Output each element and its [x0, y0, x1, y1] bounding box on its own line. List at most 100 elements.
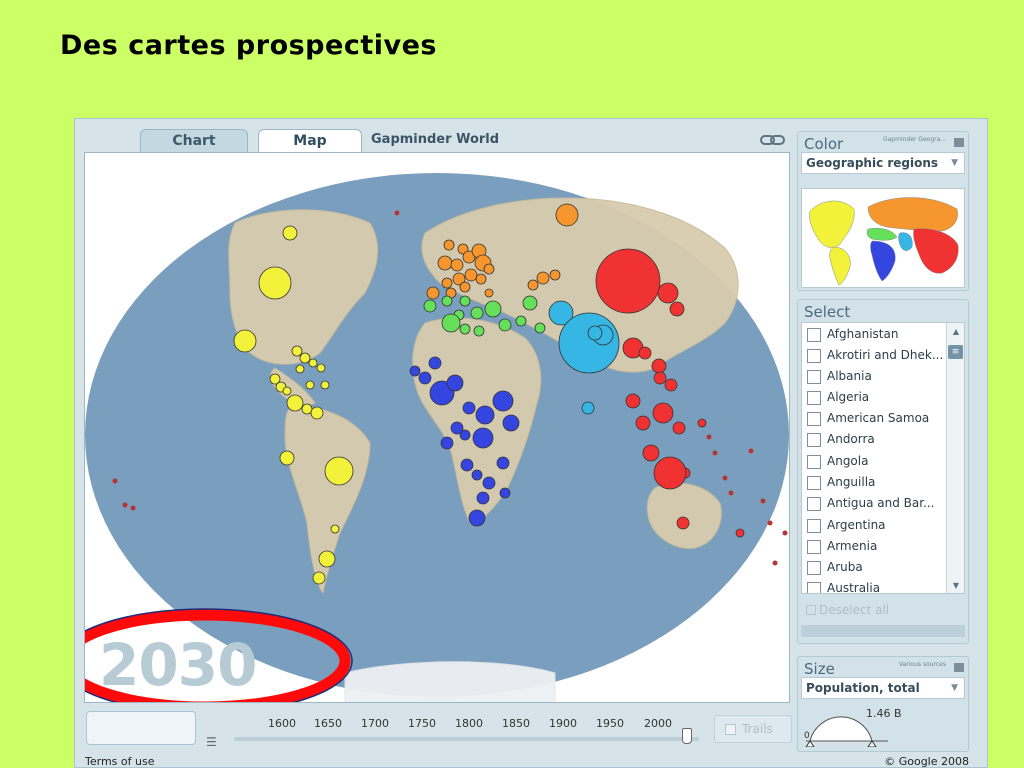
country-bubble[interactable]: [672, 421, 686, 435]
country-checkbox[interactable]: [807, 370, 821, 384]
country-checkbox[interactable]: [807, 391, 821, 405]
country-bubble[interactable]: [423, 299, 437, 313]
country-bubble[interactable]: [472, 427, 494, 449]
country-checkbox[interactable]: [807, 582, 821, 593]
country-checkbox[interactable]: [807, 433, 821, 447]
country-bubble[interactable]: [459, 281, 471, 293]
country-bubble[interactable]: [130, 505, 136, 511]
country-bubble[interactable]: [496, 456, 510, 470]
country-bubble[interactable]: [295, 364, 305, 374]
country-checkbox[interactable]: [807, 349, 821, 363]
country-bubble[interactable]: [409, 365, 421, 377]
country-bubble[interactable]: [669, 301, 685, 317]
country-bubble[interactable]: [426, 286, 440, 300]
country-bubble[interactable]: [498, 318, 512, 332]
country-bubble[interactable]: [534, 322, 546, 334]
deselect-checkbox[interactable]: [806, 605, 816, 615]
country-bubble[interactable]: [735, 528, 745, 538]
country-checkbox[interactable]: [807, 476, 821, 490]
trails-checkbox[interactable]: [725, 724, 736, 735]
color-dropdown[interactable]: Geographic regions ▼: [801, 152, 965, 174]
country-bubble[interactable]: [760, 498, 766, 504]
country-bubble[interactable]: [653, 456, 687, 490]
country-bubble[interactable]: [299, 352, 311, 364]
speed-icon[interactable]: ☰: [206, 735, 217, 749]
country-bubble[interactable]: [476, 491, 490, 505]
list-scrollbar[interactable]: ▲ ≡ ▼: [946, 323, 964, 593]
country-bubble[interactable]: [310, 406, 324, 420]
country-bubble[interactable]: [515, 315, 527, 327]
country-bubble[interactable]: [112, 478, 118, 484]
trails-toggle[interactable]: Trails: [714, 715, 792, 743]
country-bubble[interactable]: [308, 358, 318, 368]
country-bubble[interactable]: [482, 476, 496, 490]
country-bubble[interactable]: [642, 444, 660, 462]
country-bubble[interactable]: [291, 345, 303, 357]
country-bubble[interactable]: [502, 414, 520, 432]
country-bubble[interactable]: [318, 550, 336, 568]
country-bubble[interactable]: [440, 436, 454, 450]
region-legend-map[interactable]: [801, 188, 965, 288]
country-bubble[interactable]: [305, 380, 315, 390]
country-bubble[interactable]: [712, 450, 718, 456]
country-bubble[interactable]: [522, 295, 538, 311]
country-bubble[interactable]: [233, 329, 257, 353]
country-bubble[interactable]: [651, 358, 667, 374]
map-view[interactable]: 2030: [84, 152, 790, 703]
list-item[interactable]: Anguilla: [802, 472, 948, 493]
country-bubble[interactable]: [475, 405, 495, 425]
country-bubble[interactable]: [653, 371, 667, 385]
country-bubble[interactable]: [625, 393, 641, 409]
scroll-up-icon[interactable]: ▲: [947, 323, 964, 341]
country-bubble[interactable]: [428, 356, 442, 370]
list-item[interactable]: Andorra: [802, 429, 948, 450]
country-bubble[interactable]: [527, 279, 539, 291]
country-bubble[interactable]: [459, 429, 471, 441]
country-checkbox[interactable]: [807, 328, 821, 342]
country-bubble[interactable]: [282, 386, 292, 396]
list-item[interactable]: Australia: [802, 578, 948, 593]
list-item[interactable]: American Samoa: [802, 408, 948, 429]
country-checkbox[interactable]: [807, 497, 821, 511]
country-checkbox[interactable]: [807, 519, 821, 533]
list-item[interactable]: Akrotiri and Dhek...: [802, 345, 948, 366]
country-bubble[interactable]: [475, 273, 487, 285]
country-bubble[interactable]: [587, 325, 603, 341]
terms-link[interactable]: Terms of use: [85, 755, 154, 768]
list-item[interactable]: Afghanistan: [802, 324, 948, 345]
list-item[interactable]: Aruba: [802, 557, 948, 578]
country-bubble[interactable]: [484, 300, 502, 318]
country-bubble[interactable]: [122, 502, 128, 508]
country-bubble[interactable]: [330, 524, 340, 534]
world-map[interactable]: [85, 153, 790, 703]
size-dropdown[interactable]: Population, total ▼: [801, 677, 965, 699]
list-item[interactable]: Albania: [802, 366, 948, 387]
grid-menu-icon[interactable]: [954, 138, 964, 147]
deselect-all-button[interactable]: Deselect all: [806, 603, 889, 617]
country-list[interactable]: Afghanistan Akrotiri and Dhek... Albania…: [801, 322, 965, 594]
scroll-thumb[interactable]: ≡: [948, 345, 963, 359]
country-bubble[interactable]: [558, 312, 620, 374]
link-icon[interactable]: [760, 133, 786, 147]
country-checkbox[interactable]: [807, 412, 821, 426]
list-item[interactable]: Algeria: [802, 387, 948, 408]
country-bubble[interactable]: [697, 418, 707, 428]
country-bubble[interactable]: [418, 371, 432, 385]
list-item[interactable]: Argentina: [802, 515, 948, 536]
country-bubble[interactable]: [676, 516, 690, 530]
country-bubble[interactable]: [468, 509, 486, 527]
country-bubble[interactable]: [706, 434, 712, 440]
country-bubble[interactable]: [462, 401, 476, 415]
country-bubble[interactable]: [459, 323, 471, 335]
country-bubble[interactable]: [394, 210, 400, 216]
country-bubble[interactable]: [484, 288, 494, 298]
country-bubble[interactable]: [316, 363, 326, 373]
timeline-track[interactable]: [234, 737, 699, 741]
country-bubble[interactable]: [437, 255, 453, 271]
country-bubble[interactable]: [652, 402, 674, 424]
country-bubble[interactable]: [320, 380, 330, 390]
country-bubble[interactable]: [499, 487, 511, 499]
country-bubble[interactable]: [441, 277, 453, 289]
country-bubble[interactable]: [549, 269, 561, 281]
country-bubble[interactable]: [443, 239, 455, 251]
